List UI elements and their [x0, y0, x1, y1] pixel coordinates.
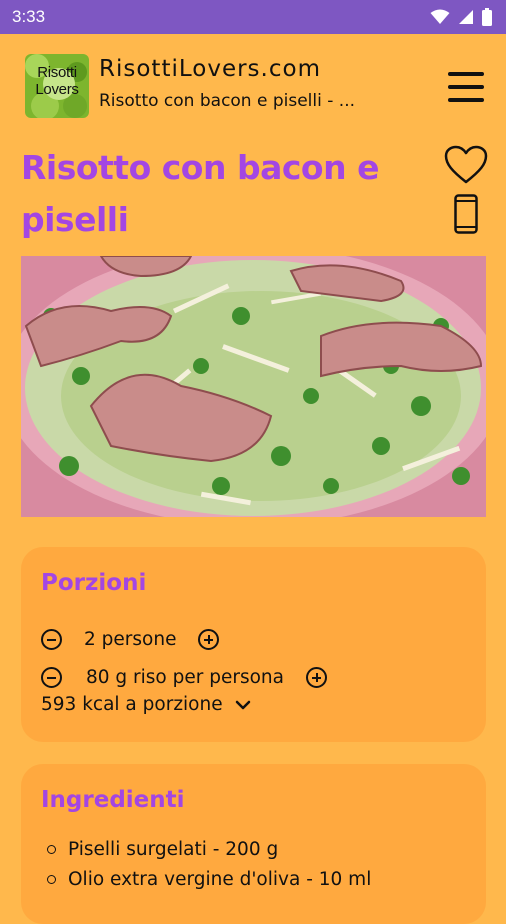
- site-logo[interactable]: Risotti Lovers: [25, 54, 89, 118]
- site-name: RisottiLovers.com: [99, 56, 321, 82]
- logo-text-line1: Risotti: [37, 64, 77, 81]
- logo-text: Risotti Lovers: [25, 64, 89, 98]
- rice-label: 80 g riso per persona: [86, 667, 284, 688]
- kcal-toggle[interactable]: 593 kcal a porzione: [41, 694, 251, 715]
- decrease-persons-button[interactable]: [41, 629, 62, 650]
- app-header: Risotti Lovers RisottiLovers.com Risotto…: [0, 34, 506, 142]
- recipe-title: Risotto con bacon e piselli: [21, 148, 379, 239]
- ingredient-text: Piselli surgelati - 200 g: [68, 838, 279, 860]
- portions-card: Porzioni 2 persone 80 g riso per persona…: [21, 547, 486, 742]
- ingredients-title: Ingredienti: [41, 787, 185, 813]
- logo-text-line2: Lovers: [35, 81, 79, 98]
- status-icons: [430, 8, 492, 26]
- rice-row: 80 g riso per persona: [41, 667, 327, 688]
- ingredients-card: Ingredienti Piselli surgelati - 200 g Ol…: [21, 764, 486, 924]
- portions-title: Porzioni: [41, 570, 147, 596]
- hamburger-menu-icon[interactable]: [448, 72, 484, 102]
- list-item: Piselli surgelati - 200 g: [47, 834, 371, 864]
- increase-persons-button[interactable]: [198, 629, 220, 650]
- site-subtitle: Risotto con bacon e piselli - ...: [99, 91, 356, 111]
- battery-icon: [482, 8, 492, 26]
- status-bar: 3:33: [0, 0, 506, 34]
- wifi-icon: [430, 9, 450, 24]
- persons-label: 2 persone: [84, 629, 177, 650]
- bullet-icon: [47, 844, 56, 854]
- list-item: Olio extra vergine d'oliva - 10 ml: [47, 864, 371, 894]
- heart-icon[interactable]: [444, 145, 488, 185]
- chevron-down-icon: [235, 700, 250, 709]
- ingredients-list: Piselli surgelati - 200 g Olio extra ver…: [47, 834, 371, 894]
- persons-row: 2 persone: [41, 629, 220, 650]
- status-time: 3:33: [12, 7, 46, 26]
- phone-icon[interactable]: [454, 194, 478, 234]
- decrease-rice-button[interactable]: [41, 667, 62, 688]
- kcal-label: 593 kcal a porzione: [41, 694, 223, 715]
- bullet-icon: [47, 874, 56, 884]
- recipe-photo: [21, 256, 486, 517]
- ingredient-text: Olio extra vergine d'oliva - 10 ml: [68, 868, 372, 890]
- signal-icon: [459, 10, 473, 24]
- increase-rice-button[interactable]: [306, 667, 327, 688]
